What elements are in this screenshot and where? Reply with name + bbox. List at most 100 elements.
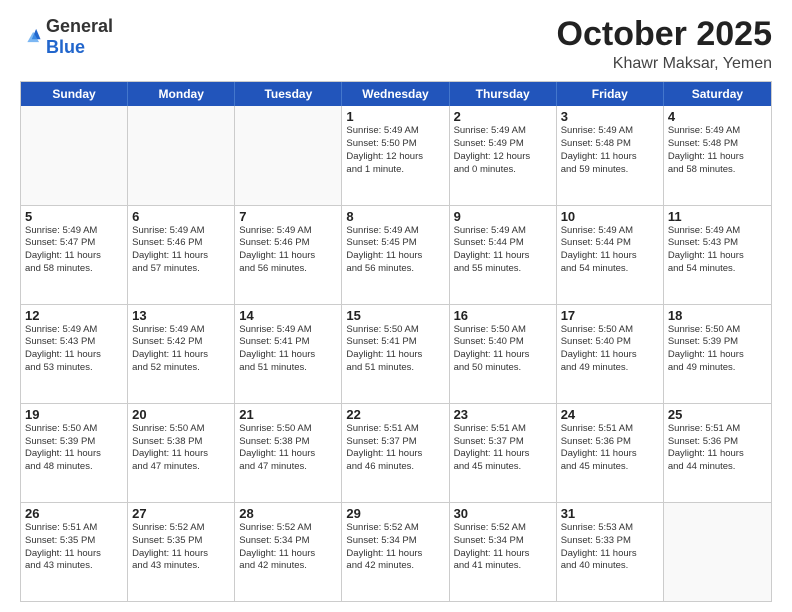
day-number: 1 — [346, 109, 444, 124]
empty-cell — [664, 503, 771, 601]
calendar-day-cell: 30Sunrise: 5:52 AM Sunset: 5:34 PM Dayli… — [450, 503, 557, 601]
day-number: 13 — [132, 308, 230, 323]
day-info: Sunrise: 5:49 AM Sunset: 5:42 PM Dayligh… — [132, 324, 230, 375]
calendar-day-cell: 4Sunrise: 5:49 AM Sunset: 5:48 PM Daylig… — [664, 106, 771, 204]
calendar-day-cell: 26Sunrise: 5:51 AM Sunset: 5:35 PM Dayli… — [21, 503, 128, 601]
day-info: Sunrise: 5:49 AM Sunset: 5:44 PM Dayligh… — [454, 225, 552, 276]
day-number: 25 — [668, 407, 767, 422]
day-info: Sunrise: 5:50 AM Sunset: 5:39 PM Dayligh… — [668, 324, 767, 375]
location-title: Khawr Maksar, Yemen — [557, 55, 772, 73]
day-number: 20 — [132, 407, 230, 422]
day-info: Sunrise: 5:49 AM Sunset: 5:45 PM Dayligh… — [346, 225, 444, 276]
calendar-row: 12Sunrise: 5:49 AM Sunset: 5:43 PM Dayli… — [21, 304, 771, 403]
calendar-day-cell: 12Sunrise: 5:49 AM Sunset: 5:43 PM Dayli… — [21, 305, 128, 403]
day-info: Sunrise: 5:52 AM Sunset: 5:34 PM Dayligh… — [454, 522, 552, 573]
empty-cell — [128, 106, 235, 204]
day-info: Sunrise: 5:49 AM Sunset: 5:43 PM Dayligh… — [668, 225, 767, 276]
calendar-body: 1Sunrise: 5:49 AM Sunset: 5:50 PM Daylig… — [21, 106, 771, 601]
day-info: Sunrise: 5:50 AM Sunset: 5:38 PM Dayligh… — [132, 423, 230, 474]
day-number: 8 — [346, 209, 444, 224]
calendar-day-cell: 8Sunrise: 5:49 AM Sunset: 5:45 PM Daylig… — [342, 206, 449, 304]
day-number: 30 — [454, 506, 552, 521]
day-info: Sunrise: 5:50 AM Sunset: 5:40 PM Dayligh… — [454, 324, 552, 375]
day-number: 26 — [25, 506, 123, 521]
day-info: Sunrise: 5:50 AM Sunset: 5:38 PM Dayligh… — [239, 423, 337, 474]
weekday-header: Friday — [557, 82, 664, 106]
day-info: Sunrise: 5:49 AM Sunset: 5:48 PM Dayligh… — [668, 125, 767, 176]
calendar-day-cell: 28Sunrise: 5:52 AM Sunset: 5:34 PM Dayli… — [235, 503, 342, 601]
day-info: Sunrise: 5:49 AM Sunset: 5:49 PM Dayligh… — [454, 125, 552, 176]
logo: General Blue — [20, 16, 113, 58]
calendar-day-cell: 31Sunrise: 5:53 AM Sunset: 5:33 PM Dayli… — [557, 503, 664, 601]
weekday-header: Wednesday — [342, 82, 449, 106]
calendar-day-cell: 15Sunrise: 5:50 AM Sunset: 5:41 PM Dayli… — [342, 305, 449, 403]
day-number: 14 — [239, 308, 337, 323]
day-number: 18 — [668, 308, 767, 323]
calendar-row: 26Sunrise: 5:51 AM Sunset: 5:35 PM Dayli… — [21, 502, 771, 601]
logo-icon — [20, 26, 42, 48]
calendar-day-cell: 16Sunrise: 5:50 AM Sunset: 5:40 PM Dayli… — [450, 305, 557, 403]
month-title: October 2025 — [557, 16, 772, 53]
calendar-row: 19Sunrise: 5:50 AM Sunset: 5:39 PM Dayli… — [21, 403, 771, 502]
day-number: 7 — [239, 209, 337, 224]
title-block: October 2025 Khawr Maksar, Yemen — [557, 16, 772, 73]
header: General Blue October 2025 Khawr Maksar, … — [20, 16, 772, 73]
day-number: 27 — [132, 506, 230, 521]
day-info: Sunrise: 5:50 AM Sunset: 5:40 PM Dayligh… — [561, 324, 659, 375]
calendar-day-cell: 25Sunrise: 5:51 AM Sunset: 5:36 PM Dayli… — [664, 404, 771, 502]
logo-general: General — [46, 16, 113, 36]
weekday-header: Monday — [128, 82, 235, 106]
calendar-day-cell: 1Sunrise: 5:49 AM Sunset: 5:50 PM Daylig… — [342, 106, 449, 204]
day-number: 21 — [239, 407, 337, 422]
day-number: 6 — [132, 209, 230, 224]
day-info: Sunrise: 5:50 AM Sunset: 5:39 PM Dayligh… — [25, 423, 123, 474]
logo-blue: Blue — [46, 37, 85, 57]
day-number: 2 — [454, 109, 552, 124]
empty-cell — [21, 106, 128, 204]
day-number: 24 — [561, 407, 659, 422]
calendar-day-cell: 24Sunrise: 5:51 AM Sunset: 5:36 PM Dayli… — [557, 404, 664, 502]
weekday-header: Thursday — [450, 82, 557, 106]
calendar-row: 5Sunrise: 5:49 AM Sunset: 5:47 PM Daylig… — [21, 205, 771, 304]
day-number: 10 — [561, 209, 659, 224]
day-info: Sunrise: 5:52 AM Sunset: 5:35 PM Dayligh… — [132, 522, 230, 573]
day-info: Sunrise: 5:52 AM Sunset: 5:34 PM Dayligh… — [346, 522, 444, 573]
day-info: Sunrise: 5:49 AM Sunset: 5:44 PM Dayligh… — [561, 225, 659, 276]
calendar: SundayMondayTuesdayWednesdayThursdayFrid… — [20, 81, 772, 602]
calendar-day-cell: 11Sunrise: 5:49 AM Sunset: 5:43 PM Dayli… — [664, 206, 771, 304]
calendar-day-cell: 9Sunrise: 5:49 AM Sunset: 5:44 PM Daylig… — [450, 206, 557, 304]
day-number: 19 — [25, 407, 123, 422]
calendar-day-cell: 5Sunrise: 5:49 AM Sunset: 5:47 PM Daylig… — [21, 206, 128, 304]
page: General Blue October 2025 Khawr Maksar, … — [0, 0, 792, 612]
day-number: 9 — [454, 209, 552, 224]
day-info: Sunrise: 5:49 AM Sunset: 5:46 PM Dayligh… — [132, 225, 230, 276]
day-number: 4 — [668, 109, 767, 124]
calendar-day-cell: 20Sunrise: 5:50 AM Sunset: 5:38 PM Dayli… — [128, 404, 235, 502]
day-number: 29 — [346, 506, 444, 521]
day-number: 15 — [346, 308, 444, 323]
day-number: 5 — [25, 209, 123, 224]
day-number: 31 — [561, 506, 659, 521]
day-info: Sunrise: 5:52 AM Sunset: 5:34 PM Dayligh… — [239, 522, 337, 573]
calendar-day-cell: 14Sunrise: 5:49 AM Sunset: 5:41 PM Dayli… — [235, 305, 342, 403]
calendar-day-cell: 27Sunrise: 5:52 AM Sunset: 5:35 PM Dayli… — [128, 503, 235, 601]
day-number: 3 — [561, 109, 659, 124]
day-info: Sunrise: 5:51 AM Sunset: 5:35 PM Dayligh… — [25, 522, 123, 573]
calendar-header: SundayMondayTuesdayWednesdayThursdayFrid… — [21, 82, 771, 106]
calendar-day-cell: 23Sunrise: 5:51 AM Sunset: 5:37 PM Dayli… — [450, 404, 557, 502]
day-info: Sunrise: 5:49 AM Sunset: 5:47 PM Dayligh… — [25, 225, 123, 276]
calendar-day-cell: 13Sunrise: 5:49 AM Sunset: 5:42 PM Dayli… — [128, 305, 235, 403]
weekday-header: Saturday — [664, 82, 771, 106]
day-info: Sunrise: 5:49 AM Sunset: 5:48 PM Dayligh… — [561, 125, 659, 176]
calendar-day-cell: 10Sunrise: 5:49 AM Sunset: 5:44 PM Dayli… — [557, 206, 664, 304]
day-info: Sunrise: 5:53 AM Sunset: 5:33 PM Dayligh… — [561, 522, 659, 573]
day-number: 16 — [454, 308, 552, 323]
calendar-day-cell: 22Sunrise: 5:51 AM Sunset: 5:37 PM Dayli… — [342, 404, 449, 502]
day-number: 12 — [25, 308, 123, 323]
calendar-day-cell: 21Sunrise: 5:50 AM Sunset: 5:38 PM Dayli… — [235, 404, 342, 502]
calendar-day-cell: 17Sunrise: 5:50 AM Sunset: 5:40 PM Dayli… — [557, 305, 664, 403]
calendar-day-cell: 29Sunrise: 5:52 AM Sunset: 5:34 PM Dayli… — [342, 503, 449, 601]
day-info: Sunrise: 5:51 AM Sunset: 5:36 PM Dayligh… — [561, 423, 659, 474]
calendar-day-cell: 7Sunrise: 5:49 AM Sunset: 5:46 PM Daylig… — [235, 206, 342, 304]
day-info: Sunrise: 5:51 AM Sunset: 5:37 PM Dayligh… — [454, 423, 552, 474]
